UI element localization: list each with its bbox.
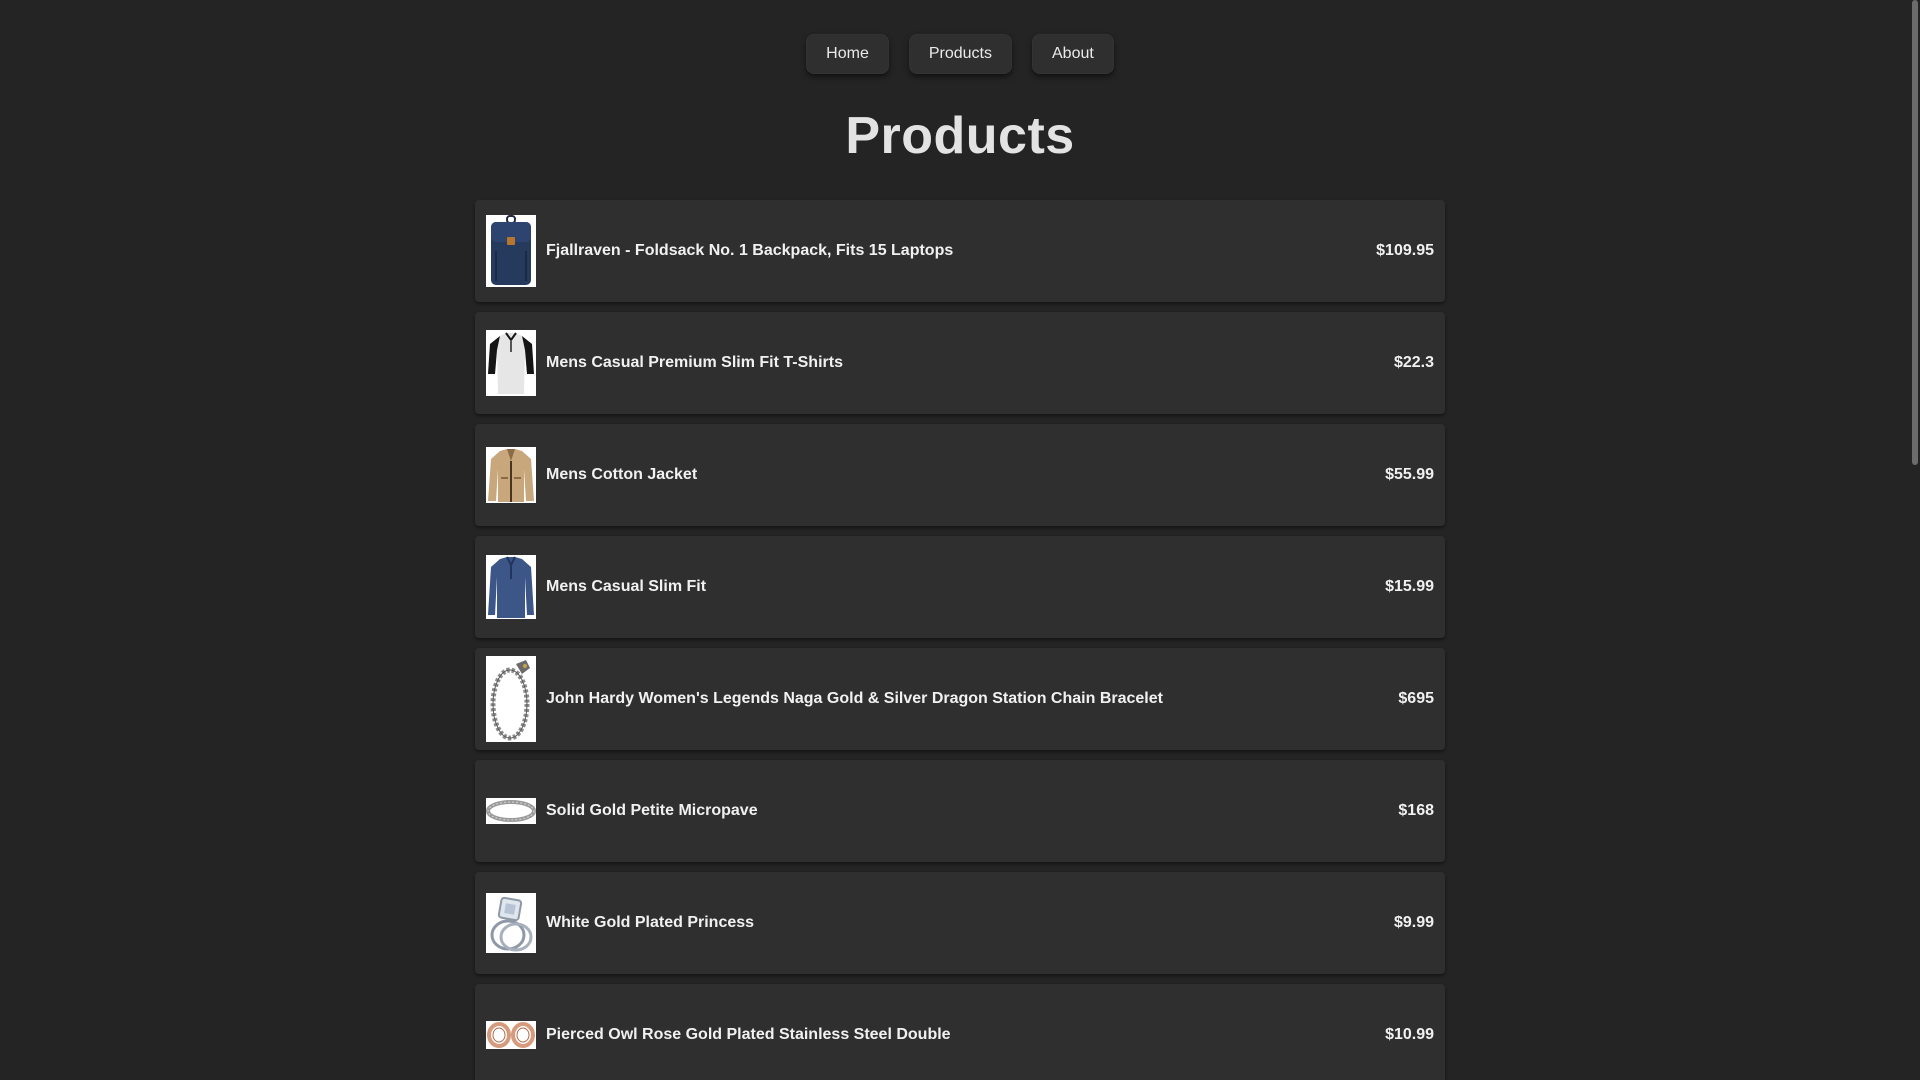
nav-home-button[interactable]: Home (806, 34, 889, 74)
product-price: $10.99 (1385, 1026, 1434, 1043)
page-title: Products (845, 107, 1075, 165)
bracelet-icon (486, 656, 536, 742)
product-card[interactable]: Mens Casual Slim Fit $15.99 (475, 536, 1445, 638)
product-name: Pierced Owl Rose Gold Plated Stainless S… (546, 1026, 951, 1043)
product-name: Mens Cotton Jacket (546, 466, 698, 483)
product-name: Mens Casual Slim Fit (546, 578, 707, 595)
product-thumbnail (486, 208, 536, 294)
product-price: $168 (1398, 802, 1434, 819)
nav-products-button[interactable]: Products (908, 34, 1012, 74)
product-list: Fjallraven - Foldsack No. 1 Backpack, Fi… (475, 200, 1445, 1080)
product-price: $695 (1398, 690, 1434, 707)
product-thumbnail (486, 992, 536, 1078)
scrollbar-thumb[interactable] (1912, 0, 1918, 465)
product-thumbnail (486, 880, 536, 966)
product-thumbnail (486, 656, 536, 742)
top-nav: Home Products About (0, 34, 1920, 74)
product-price: $109.95 (1376, 242, 1434, 259)
product-card[interactable]: John Hardy Women's Legends Naga Gold & S… (475, 648, 1445, 750)
ring-band-icon (486, 798, 536, 824)
rose-gold-rings-icon (486, 1021, 536, 1049)
product-card[interactable]: Solid Gold Petite Micropave $168 (475, 760, 1445, 862)
page-scrollbar[interactable] (1910, 0, 1920, 1080)
product-card[interactable]: Fjallraven - Foldsack No. 1 Backpack, Fi… (475, 200, 1445, 302)
product-card[interactable]: Mens Casual Premium Slim Fit T-Shirts $2… (475, 312, 1445, 414)
longsleeve-shirt-icon (486, 555, 536, 619)
nav-about-button[interactable]: About (1032, 34, 1114, 74)
jacket-icon (486, 447, 536, 503)
tshirt-icon (486, 330, 536, 396)
product-name: Fjallraven - Foldsack No. 1 Backpack, Fi… (546, 242, 954, 259)
product-name: Mens Casual Premium Slim Fit T-Shirts (546, 354, 843, 371)
diamond-ring-icon (486, 893, 536, 953)
product-thumbnail (486, 544, 536, 630)
product-thumbnail (486, 432, 536, 518)
product-card[interactable]: Pierced Owl Rose Gold Plated Stainless S… (475, 984, 1445, 1080)
app-viewport: Home Products About Products Fjallraven … (0, 0, 1920, 1080)
product-name: John Hardy Women's Legends Naga Gold & S… (546, 690, 1163, 707)
product-price: $22.3 (1393, 354, 1434, 371)
product-thumbnail (486, 320, 536, 406)
product-card[interactable]: White Gold Plated Princess $9.99 (475, 872, 1445, 974)
product-price: $15.99 (1385, 578, 1434, 595)
product-name: White Gold Plated Princess (546, 914, 755, 931)
product-price: $9.99 (1393, 914, 1434, 931)
product-card[interactable]: Mens Cotton Jacket $55.99 (475, 424, 1445, 526)
product-thumbnail (486, 768, 536, 854)
backpack-icon (486, 215, 536, 287)
product-name: Solid Gold Petite Micropave (546, 802, 758, 819)
product-price: $55.99 (1385, 466, 1434, 483)
